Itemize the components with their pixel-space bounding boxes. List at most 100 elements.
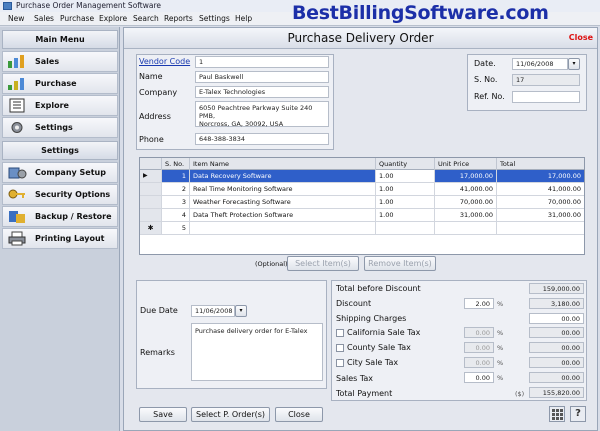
main-menu-header: Main Menu: [2, 30, 118, 49]
currency-label: ($): [515, 390, 525, 398]
shipping-field[interactable]: 00.00: [529, 313, 584, 324]
sidebar-item-explore[interactable]: Explore: [2, 95, 118, 116]
table-row[interactable]: 4 Data Theft Protection Software 1.00 31…: [140, 209, 584, 222]
remove-items-button[interactable]: Remove Item(s): [364, 256, 436, 271]
total-payment-value: 155,820.00: [529, 387, 584, 398]
order-info-panel: Date. 11/06/2008 ▾ S. No. 17 Ref. No.: [467, 54, 587, 111]
col-quantity[interactable]: Quantity: [376, 158, 435, 170]
select-items-button[interactable]: Select Item(s): [287, 256, 359, 271]
sidebar-item-label: Sales: [35, 57, 60, 66]
app-icon: [3, 2, 12, 10]
current-row-arrow-icon: ▶: [140, 170, 162, 182]
cell-unit-price: 17,000.00: [435, 170, 497, 182]
menu-purchase[interactable]: Purchase: [60, 12, 94, 26]
table-row[interactable]: 2 Real Time Monitoring Software 1.00 41,…: [140, 183, 584, 196]
california-tax-checkbox[interactable]: [336, 329, 344, 337]
col-total[interactable]: Total: [497, 158, 584, 170]
settings-header: Settings: [2, 141, 118, 160]
california-percent-sign: %: [497, 329, 504, 337]
county-percent-sign: %: [497, 344, 504, 352]
calendar-dropdown-icon[interactable]: ▾: [568, 58, 580, 70]
cell-quantity: 1.00: [376, 209, 435, 221]
col-sno[interactable]: S. No.: [162, 158, 190, 170]
table-row[interactable]: 3 Weather Forecasting Software 1.00 70,0…: [140, 196, 584, 209]
close-button[interactable]: Close: [275, 407, 323, 422]
company-field[interactable]: E-Talex Technologies: [195, 86, 329, 98]
california-tax-percent: 0.00: [464, 327, 494, 338]
sidebar-item-sales[interactable]: Sales: [2, 51, 118, 72]
sidebar-item-purchase[interactable]: Purchase: [2, 73, 118, 94]
vendor-code-field[interactable]: 1: [195, 56, 329, 68]
col-unit-price[interactable]: Unit Price: [435, 158, 497, 170]
help-icon[interactable]: ?: [570, 406, 586, 422]
table-row[interactable]: ▶ 1 Data Recovery Software 1.00 17,000.0…: [140, 170, 584, 183]
menu-explore[interactable]: Explore: [99, 12, 127, 26]
phone-label: Phone: [139, 135, 164, 144]
menu-sales[interactable]: Sales: [34, 12, 54, 26]
cell-unit-price: [435, 222, 497, 234]
city-tax-checkbox[interactable]: [336, 359, 344, 367]
sidebar-item-security-options[interactable]: Security Options: [2, 184, 118, 205]
sidebar-item-printing-layout[interactable]: Printing Layout: [2, 228, 118, 249]
cell-unit-price: 31,000.00: [435, 209, 497, 221]
cell-item-name: Data Recovery Software: [190, 170, 376, 182]
address-field[interactable]: 6050 Peachtree Parkway Suite 240 PMB, No…: [195, 101, 329, 128]
items-table[interactable]: S. No. Item Name Quantity Unit Price Tot…: [139, 157, 585, 255]
phone-field[interactable]: 648-388-3834: [195, 133, 329, 145]
due-date-dropdown-icon[interactable]: ▾: [235, 305, 247, 317]
save-button[interactable]: Save: [139, 407, 187, 422]
cell-total: 70,000.00: [547, 198, 581, 206]
menu-new[interactable]: New: [8, 12, 24, 26]
cell-total: 41,000.00: [547, 185, 581, 193]
menu-search[interactable]: Search: [133, 12, 159, 26]
explore-icon: [9, 98, 25, 113]
vendor-code-link[interactable]: Vendor Code: [139, 57, 190, 66]
address-line-2: Norcross, GA, 30092, USA: [199, 120, 284, 128]
vendor-panel: Vendor Code 1 Name Paul Baskwell Company…: [136, 54, 334, 150]
county-tax-checkbox[interactable]: [336, 344, 344, 352]
due-date-remarks-panel: Due Date 11/06/2008 ▾ Remarks Purchase d…: [136, 280, 327, 389]
shipping-label: Shipping Charges: [336, 314, 407, 323]
gear-icon: [11, 122, 23, 133]
sales-tax-label: Sales Tax: [336, 374, 374, 383]
sales-tax-percent-sign: %: [497, 374, 504, 382]
cell-sno: 4: [162, 209, 190, 221]
sidebar-item-backup-restore[interactable]: Backup / Restore: [2, 206, 118, 227]
discount-percent-field[interactable]: 2.00: [464, 298, 494, 309]
calculator-icon[interactable]: [549, 406, 565, 422]
due-date-field[interactable]: 11/06/2008: [191, 305, 235, 317]
menu-settings[interactable]: Settings: [199, 12, 230, 26]
remarks-label: Remarks: [140, 348, 175, 357]
sales-icon: [8, 55, 24, 68]
row-selector: [140, 183, 162, 195]
purchase-delivery-order-form: Purchase Delivery Order Close Vendor Cod…: [123, 27, 598, 431]
discount-percent-sign: %: [497, 300, 504, 308]
date-field[interactable]: 11/06/2008: [512, 58, 568, 70]
col-item-name[interactable]: Item Name: [190, 158, 376, 170]
date-label: Date.: [474, 59, 496, 68]
cell-quantity: 1.00: [376, 183, 435, 195]
county-tax-percent: 0.00: [464, 342, 494, 353]
menu-help[interactable]: Help: [235, 12, 252, 26]
sales-tax-percent-field[interactable]: 0.00: [464, 372, 494, 383]
table-row[interactable]: ✱ 5: [140, 222, 584, 235]
sidebar-item-company-setup[interactable]: Company Setup: [2, 162, 118, 183]
row-selector-header: [140, 158, 162, 170]
select-purchase-orders-button[interactable]: Select P. Order(s): [191, 407, 270, 422]
city-tax-percent: 0.00: [464, 357, 494, 368]
menu-reports[interactable]: Reports: [164, 12, 193, 26]
sidebar-item-label: Backup / Restore: [35, 212, 112, 221]
company-setup-icon: [8, 167, 27, 179]
cell-unit-price: 41,000.00: [435, 183, 497, 195]
remarks-field[interactable]: Purchase delivery order for E-Talex: [191, 323, 323, 381]
county-tax-label: County Sale Tax: [347, 343, 411, 352]
refno-field[interactable]: [512, 91, 580, 103]
cell-quantity: 1.00: [376, 170, 435, 182]
name-field[interactable]: Paul Baskwell: [195, 71, 329, 83]
city-percent-sign: %: [497, 359, 504, 367]
close-link[interactable]: Close: [569, 33, 593, 42]
city-tax-value: 00.00: [529, 357, 584, 368]
sidebar-item-settings[interactable]: Settings: [2, 117, 118, 138]
sno-label: S. No.: [474, 75, 498, 84]
row-selector: [140, 209, 162, 221]
